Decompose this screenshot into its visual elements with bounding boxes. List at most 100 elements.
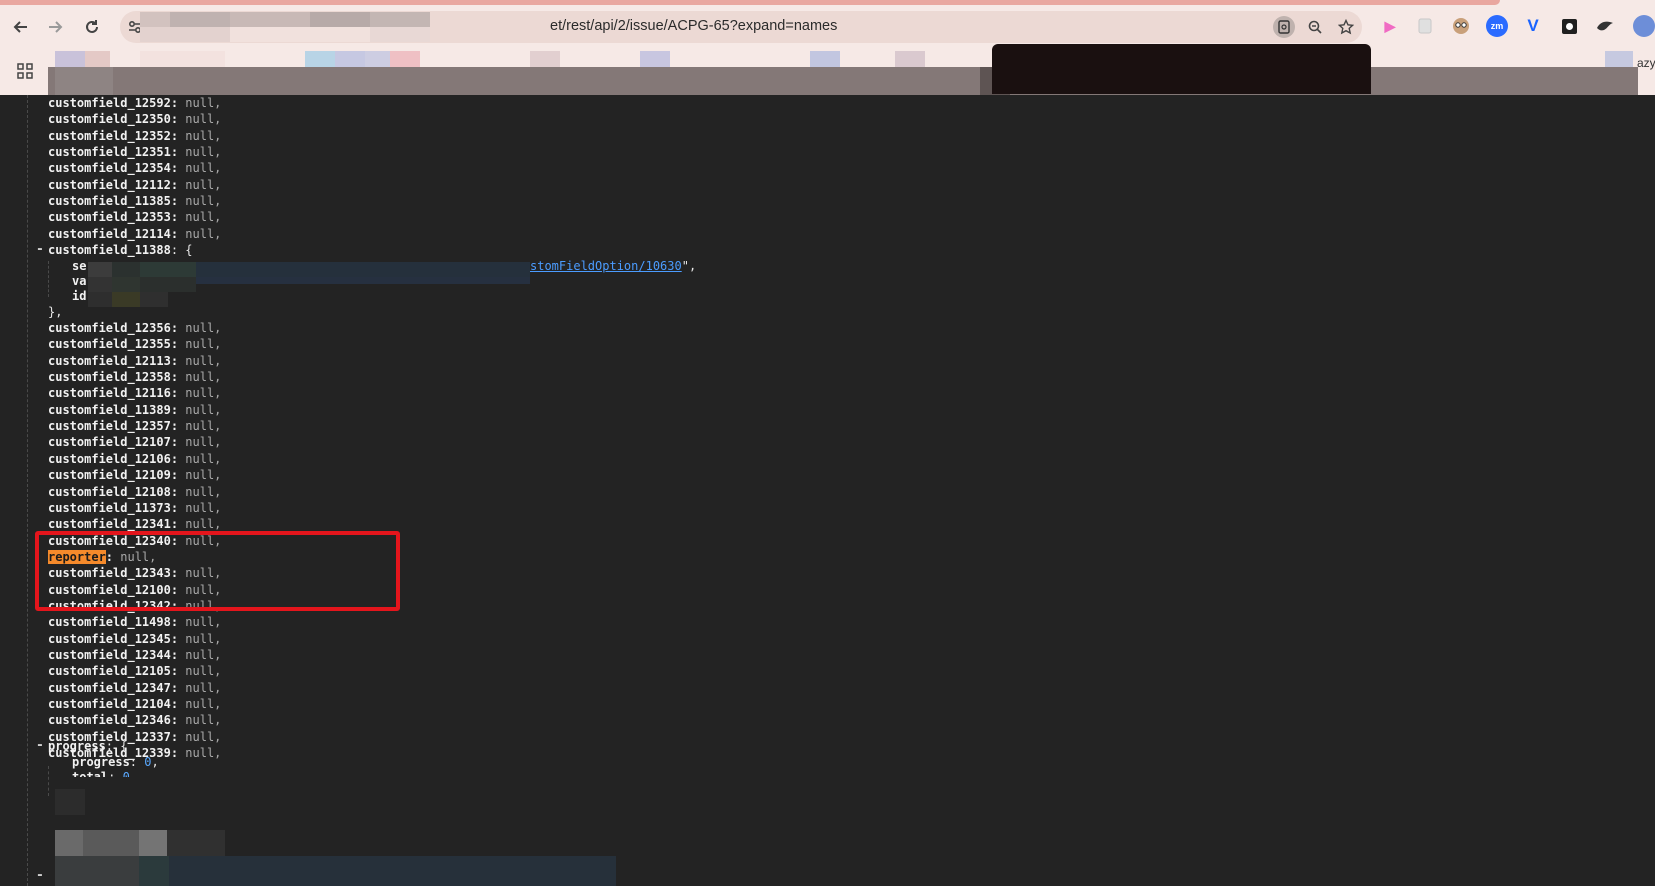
json-colon: : [170, 161, 186, 176]
json-value: null, [185, 500, 222, 515]
url-text[interactable]: et/rest/api/2/issue/ACPG-65?expand=names [550, 18, 837, 34]
json-colon: : [170, 484, 186, 499]
doc-icon[interactable] [1414, 15, 1436, 37]
json-colon: : [170, 680, 186, 695]
json-value: null, [185, 697, 222, 712]
indent-guide [27, 95, 28, 886]
json-colon: : [170, 631, 186, 646]
zoom-icon[interactable] [1304, 16, 1326, 38]
json-key: customfield_12592 [48, 96, 171, 110]
json-colon: : [170, 435, 186, 450]
v-icon[interactable]: V [1522, 15, 1544, 37]
json-value: null, [185, 419, 222, 434]
json-line: customfield_12592: null, [48, 95, 221, 111]
json-colon: : [170, 402, 186, 417]
face-icon[interactable] [1450, 15, 1472, 37]
json-value: null, [185, 468, 222, 483]
json-line-value: va [72, 273, 86, 289]
play-icon[interactable]: ▶ [1379, 15, 1401, 37]
json-key: customfield_12352 [48, 128, 171, 143]
forward-button[interactable] [42, 14, 68, 40]
json-value: null, [185, 713, 222, 728]
json-punct: ", [681, 259, 697, 273]
json-number: 0 [122, 770, 130, 777]
json-colon: : [170, 96, 186, 110]
json-key: customfield_11388 [48, 243, 171, 257]
json-key: customfield_12112 [48, 177, 171, 192]
tab-strip [0, 0, 1500, 5]
self-link[interactable]: stomFieldOption/10630 [530, 259, 682, 273]
json-line: customfield_12355: null, [48, 336, 221, 352]
bookmark-tail-text[interactable]: azy [1637, 56, 1655, 70]
snap-icon[interactable] [1558, 15, 1580, 37]
json-key: customfield_12355 [48, 337, 171, 352]
json-line: customfield_12346: null, [48, 712, 221, 728]
redacted-url-prefix [140, 12, 430, 42]
json-colon: : [170, 194, 186, 209]
json-line: customfield_11498: null, [48, 614, 221, 630]
json-line: customfield_12341: null, [48, 516, 221, 532]
json-line: customfield_12109: null, [48, 467, 221, 483]
reload-icon [86, 20, 98, 33]
collapse-toggle-11388[interactable]: - [36, 242, 44, 257]
json-key: va [72, 274, 87, 288]
json-line-total-clipped: total: 0 [72, 770, 130, 777]
json-value: null, [185, 517, 222, 532]
bird-icon[interactable] [1594, 15, 1616, 37]
json-value: null, [185, 194, 222, 209]
json-value: null, [185, 353, 222, 368]
json-line: customfield_12116: null, [48, 385, 221, 401]
apps-grid-icon[interactable] [12, 58, 38, 84]
address-bar[interactable]: et/rest/api/2/issue/ACPG-65?expand=names [120, 11, 1362, 43]
json-key: customfield_11498 [48, 615, 171, 630]
json-line: customfield_12345: null, [48, 631, 221, 647]
json-value: null, [185, 210, 222, 225]
json-key: customfield_12116 [48, 386, 171, 401]
back-button[interactable] [8, 14, 34, 40]
json-value: null, [185, 648, 222, 662]
json-colon: : [170, 468, 186, 483]
json-value: null, [185, 631, 222, 646]
json-key: progress [72, 755, 130, 769]
json-close-11388: }, [48, 305, 63, 319]
json-key: customfield_12345 [48, 631, 171, 646]
json-line: customfield_12104: null, [48, 696, 221, 712]
reload-button[interactable] [79, 14, 105, 40]
zm-icon[interactable]: zm [1486, 15, 1508, 37]
reader-mode-icon[interactable] [1273, 16, 1295, 38]
json-colon: : [170, 226, 186, 241]
json-key: customfield_11373 [48, 500, 171, 515]
json-colon: : [170, 648, 186, 662]
json-colon: : [170, 386, 186, 401]
collapse-toggle-bottom[interactable]: - [36, 868, 44, 883]
json-line: customfield_12352: null, [48, 128, 221, 144]
json-value: null, [185, 128, 222, 143]
collapse-toggle-progress[interactable]: - [36, 738, 44, 753]
json-colon: : [170, 729, 186, 744]
json-value: null, [185, 746, 222, 761]
json-colon: : [170, 210, 186, 225]
json-key: customfield_12356 [48, 321, 171, 335]
json-line: customfield_12353: null, [48, 209, 221, 225]
json-key: customfield_12113 [48, 353, 171, 368]
json-key: customfield_12346 [48, 713, 171, 728]
json-line-progress-inner: progress: 0, [72, 755, 159, 769]
json-colon: : [170, 321, 186, 335]
profile-icon[interactable] [1633, 15, 1655, 37]
json-value: null, [185, 370, 222, 385]
json-value: null, [185, 321, 222, 335]
browser-toolbar: et/rest/api/2/issue/ACPG-65?expand=names… [0, 0, 1655, 95]
json-line: customfield_12347: null, [48, 680, 221, 696]
json-key: customfield_12353 [48, 210, 171, 225]
json-key: customfield_12357 [48, 419, 171, 434]
json-colon: : [170, 112, 186, 127]
json-line: customfield_12105: null, [48, 663, 221, 679]
json-colon: : [170, 517, 186, 532]
bookmark-star-icon[interactable] [1335, 16, 1357, 38]
json-line: customfield_11385: null, [48, 193, 221, 209]
json-colon: : [170, 145, 186, 160]
json-line: customfield_12112: null, [48, 177, 221, 193]
json-object-progress: progress: { [48, 739, 128, 753]
json-colon: : [170, 615, 186, 630]
json-colon: : [170, 419, 186, 434]
